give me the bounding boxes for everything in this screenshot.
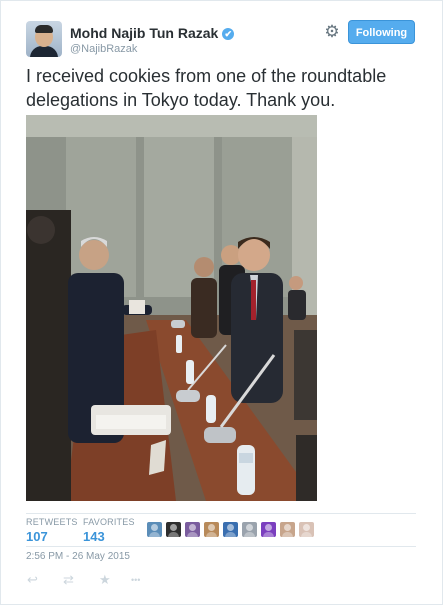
user-name[interactable]: Mohd Najib Tun Razak — [70, 25, 218, 41]
tweet-card: Mohd Najib Tun Razak ✔ @NajibRazak ⚙ Foll… — [0, 0, 443, 605]
gear-icon[interactable]: ⚙ — [323, 23, 341, 41]
reply-icon[interactable]: ↩ — [27, 573, 38, 587]
avatar-8-icon[interactable] — [280, 522, 295, 537]
favorites-label: FAVORITES — [83, 517, 135, 527]
favorite-icon[interactable]: ★ — [99, 573, 111, 587]
following-button[interactable]: Following — [348, 20, 415, 44]
divider — [26, 513, 416, 514]
avatar-2-icon[interactable] — [166, 522, 181, 537]
retweets-label: RETWEETS — [26, 517, 78, 527]
avatar-6-icon[interactable] — [242, 522, 257, 537]
retweets-count[interactable]: 107 — [26, 529, 78, 544]
avatar-7-icon[interactable] — [261, 522, 276, 537]
avatar-1-icon[interactable] — [147, 522, 162, 537]
user-avatar[interactable] — [26, 21, 62, 57]
tweet-timestamp[interactable]: 2:56 PM - 26 May 2015 — [26, 551, 130, 562]
avatar-9-icon[interactable] — [299, 522, 314, 537]
favorites-count[interactable]: 143 — [83, 529, 135, 544]
divider — [26, 546, 416, 547]
avatar-3-icon[interactable] — [185, 522, 200, 537]
user-handle[interactable]: @NajibRazak — [70, 43, 137, 55]
user-name-row[interactable]: Mohd Najib Tun Razak ✔ — [70, 25, 235, 41]
favorites-stat[interactable]: FAVORITES 143 — [83, 517, 135, 544]
verified-badge-icon: ✔ — [222, 28, 235, 40]
retweet-icon[interactable]: ⇄ — [63, 573, 74, 587]
retweets-stat[interactable]: RETWEETS 107 — [26, 517, 78, 544]
more-icon[interactable]: ••• — [131, 573, 140, 587]
tweet-text: I received cookies from one of the round… — [26, 66, 387, 110]
avatar-4-icon[interactable] — [204, 522, 219, 537]
tweet-photo[interactable] — [26, 115, 317, 501]
avatar-5-icon[interactable] — [223, 522, 238, 537]
